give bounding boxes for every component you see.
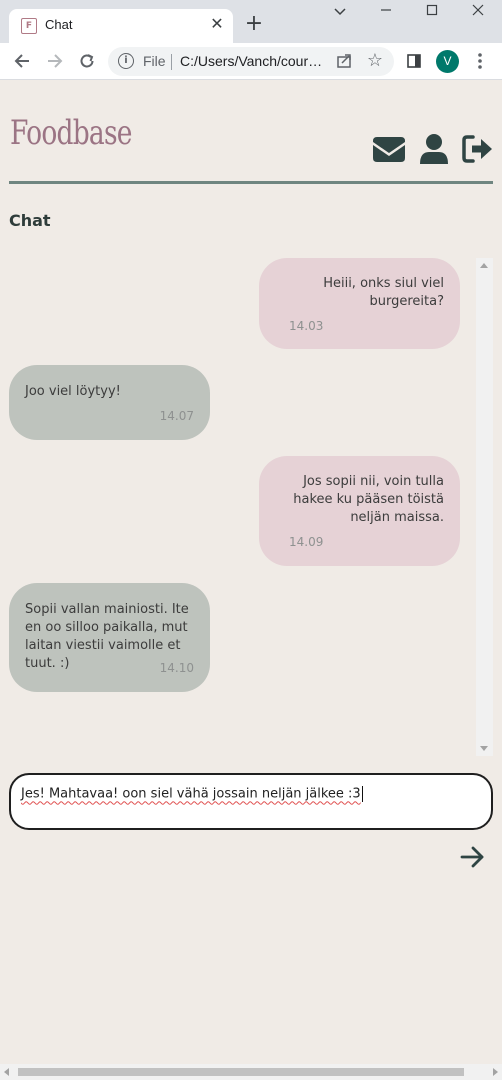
message-time: 14.03 xyxy=(289,319,324,333)
browser-tab[interactable]: F Chat ✕ xyxy=(9,9,233,43)
tab-title: Chat xyxy=(45,17,73,32)
message-time: 14.07 xyxy=(159,409,194,423)
message-text: Joo viel löytyy! xyxy=(25,384,121,399)
envelope-icon[interactable] xyxy=(372,133,406,165)
browser-menu-icon[interactable] xyxy=(468,49,492,73)
minimize-icon[interactable] xyxy=(371,4,401,28)
page-title: Chat xyxy=(9,211,51,230)
chat-scrollbar[interactable] xyxy=(476,258,493,756)
message-text: Jos sopii nii, voin tulla hakee ku pääse… xyxy=(293,474,444,525)
maximize-icon[interactable] xyxy=(417,4,447,28)
message-input-value: Jes! Mahtavaa! oon siel vähä jossain nel… xyxy=(21,786,361,802)
scroll-up-icon[interactable] xyxy=(480,263,488,268)
chat-message-list[interactable]: Heiii, onks siul viel burgereita? 14.03 … xyxy=(9,258,475,756)
header-divider xyxy=(9,181,493,184)
scroll-down-icon[interactable] xyxy=(480,746,488,751)
text-caret xyxy=(361,786,363,802)
address-separator xyxy=(171,54,172,70)
forward-icon[interactable] xyxy=(43,49,67,73)
browser-tab-bar: F Chat ✕ + xyxy=(0,0,502,43)
address-scheme: File xyxy=(143,53,166,69)
tab-search-icon[interactable] xyxy=(325,4,355,28)
tab-close-icon[interactable]: ✕ xyxy=(207,14,227,34)
page-horizontal-scrollbar[interactable] xyxy=(0,1064,502,1080)
new-tab-icon[interactable]: + xyxy=(242,12,266,36)
arrow-right-icon[interactable] xyxy=(460,845,486,869)
browser-toolbar: i File C:/Users/Vanch/courses/foodbase/c… xyxy=(0,43,502,80)
message-bubble-received: Sopii vallan mainiosti. Ite en oo silloo… xyxy=(9,583,210,692)
message-time: 14.10 xyxy=(159,661,194,675)
address-bar[interactable]: i File C:/Users/Vanch/courses/foodbase/c… xyxy=(108,47,394,76)
side-panel-icon[interactable] xyxy=(402,49,426,73)
sign-out-icon[interactable] xyxy=(461,133,494,165)
favicon-icon: F xyxy=(21,18,37,34)
reload-icon[interactable] xyxy=(75,49,99,73)
message-bubble-received: Joo viel löytyy! 14.07 xyxy=(9,365,210,440)
window-close-icon[interactable] xyxy=(463,4,493,28)
bookmark-star-icon[interactable]: ☆ xyxy=(364,49,386,73)
message-input[interactable]: Jes! Mahtavaa! oon siel vähä jossain nel… xyxy=(9,773,493,830)
message-text: Heiii, onks siul viel burgereita? xyxy=(323,276,444,309)
profile-avatar[interactable]: V xyxy=(436,50,459,73)
message-bubble-sent: Jos sopii nii, voin tulla hakee ku pääse… xyxy=(259,456,460,566)
share-icon[interactable] xyxy=(334,51,354,71)
user-icon[interactable] xyxy=(419,133,449,165)
app-logo[interactable]: Foodbase xyxy=(10,113,132,153)
back-icon[interactable] xyxy=(10,49,34,73)
scrollbar-thumb[interactable] xyxy=(18,1068,464,1076)
scroll-left-icon[interactable] xyxy=(4,1068,9,1076)
message-time: 14.09 xyxy=(289,535,324,549)
site-info-icon[interactable]: i xyxy=(118,53,134,69)
address-url[interactable]: C:/Users/Vanch/courses/foodbase/chat.htm… xyxy=(180,53,326,69)
scroll-right-icon[interactable] xyxy=(493,1068,498,1076)
message-bubble-sent: Heiii, onks siul viel burgereita? 14.03 xyxy=(259,258,460,349)
